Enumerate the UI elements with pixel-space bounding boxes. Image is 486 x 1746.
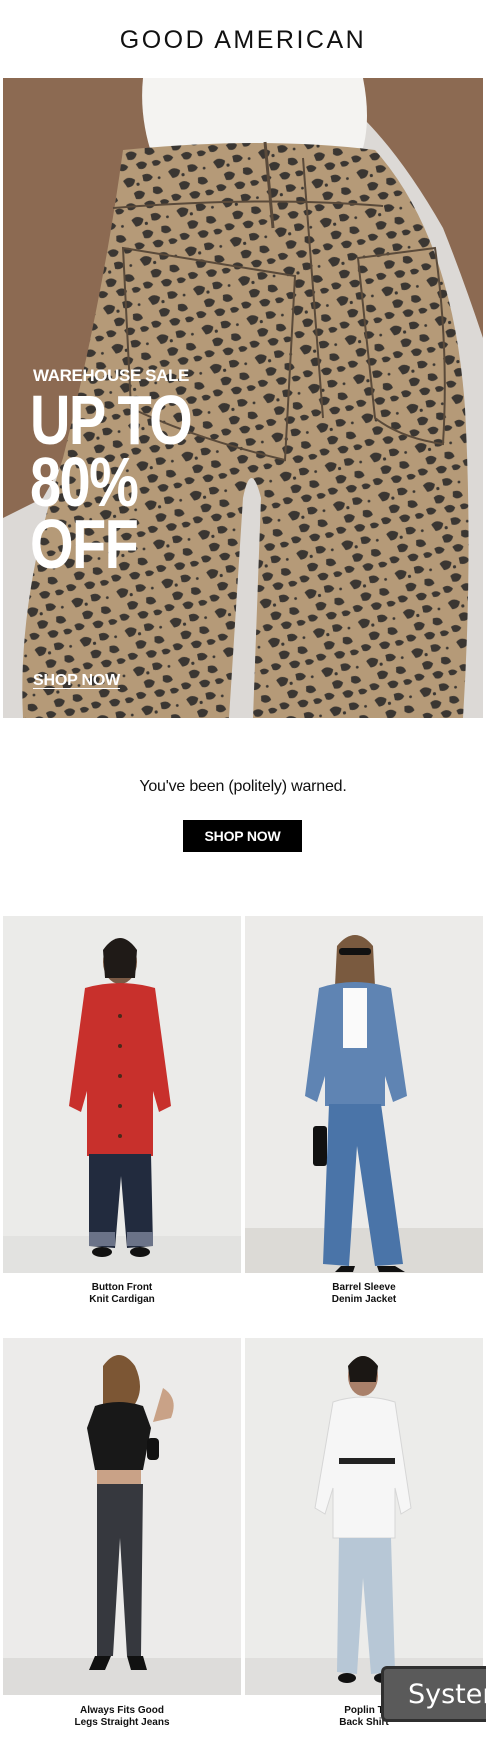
hero-banner[interactable]: WAREHOUSE SALE UP TO 80% OFF SHOP NOW bbox=[3, 78, 483, 718]
product-name-straight-jeans[interactable]: Always Fits Good Legs Straight Jeans bbox=[3, 1705, 241, 1729]
product-photo bbox=[3, 916, 241, 1273]
tagline: You've been (politely) warned. bbox=[139, 778, 347, 795]
product-name-line2: Legs Straight Jeans bbox=[74, 1717, 170, 1728]
product-image-straight-jeans[interactable] bbox=[3, 1338, 241, 1695]
product-name-line1: Always Fits Good bbox=[80, 1705, 164, 1716]
product-image-denim-jacket[interactable] bbox=[245, 916, 483, 1273]
product-name-line1: Barrel Sleeve bbox=[332, 1282, 396, 1293]
product-name-line1: Button Front bbox=[91, 1282, 153, 1293]
brand-logo[interactable]: GOOD AMERICAN bbox=[120, 26, 366, 55]
hero-shop-now-link[interactable]: SHOP NOW bbox=[33, 672, 120, 690]
product-photo bbox=[245, 916, 483, 1273]
product-name-denim-jacket[interactable]: Barrel Sleeve Denim Jacket bbox=[245, 1282, 483, 1306]
product-photo bbox=[3, 1338, 241, 1695]
hero-headline-line1: UP TO bbox=[30, 381, 193, 459]
system-toast[interactable]: Syster bbox=[381, 1666, 486, 1722]
product-name-cardigan[interactable]: Button Front Knit Cardigan bbox=[3, 1282, 241, 1306]
product-image-poplin-shirt[interactable] bbox=[245, 1338, 483, 1695]
product-image-cardigan[interactable] bbox=[3, 916, 241, 1273]
shop-now-button[interactable]: SHOP NOW bbox=[183, 820, 302, 852]
product-name-line2: Denim Jacket bbox=[331, 1294, 397, 1305]
hero-headline-line2: 80% OFF bbox=[30, 443, 139, 583]
product-photo bbox=[245, 1338, 483, 1695]
hero-headline: UP TO 80% OFF bbox=[30, 381, 254, 583]
product-name-line2: Knit Cardigan bbox=[89, 1294, 155, 1305]
email-header: GOOD AMERICAN bbox=[0, 0, 486, 78]
